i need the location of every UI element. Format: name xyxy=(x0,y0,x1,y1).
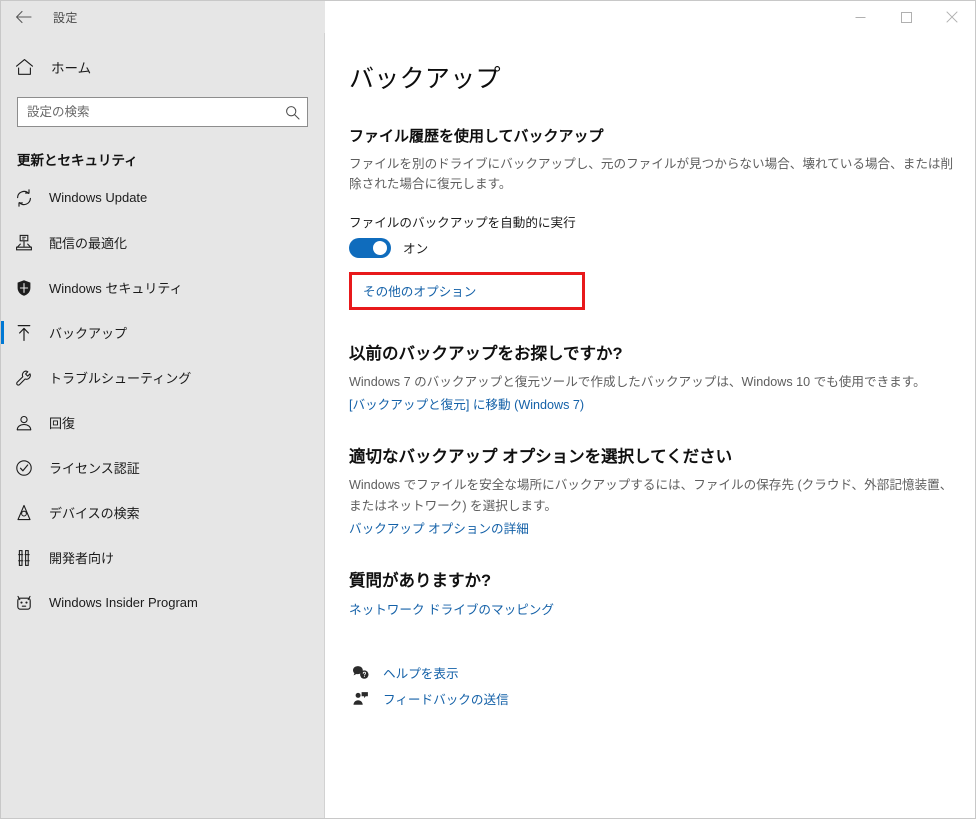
window-controls xyxy=(325,1,975,33)
maximize-button[interactable] xyxy=(883,1,929,33)
insider-cat-icon xyxy=(15,594,43,612)
get-help-link[interactable]: ヘルプを表示 xyxy=(383,663,459,682)
sidebar: ホーム 更新とセキュリティ xyxy=(1,33,325,818)
sync-icon xyxy=(15,188,43,207)
wrench-icon xyxy=(15,369,43,387)
minimize-button[interactable] xyxy=(837,1,883,33)
sidebar-category-label: 更新とセキュリティ xyxy=(17,153,138,168)
sidebar-item-backup[interactable]: バックアップ xyxy=(1,310,324,355)
choose-option-heading: 適切なバックアップ オプションを選択してください xyxy=(349,448,733,467)
backup-options-details-link[interactable]: バックアップ オプションの詳細 xyxy=(349,518,975,537)
title-bar: 設定 xyxy=(1,1,975,33)
choose-backup-option-section: 適切なバックアップ オプションを選択してください Windows でファイルを安… xyxy=(349,443,975,537)
file-history-section: ファイル履歴を使用してバックアップ ファイルを別のドライブにバックアップし、元の… xyxy=(349,125,975,310)
back-button[interactable] xyxy=(1,1,45,33)
home-icon xyxy=(15,58,45,76)
sidebar-item-home[interactable]: ホーム xyxy=(1,47,324,87)
sidebar-item-windows-insider-program[interactable]: Windows Insider Program xyxy=(1,580,324,625)
previous-backup-section: 以前のバックアップをお探しですか? Windows 7 のバックアップと復元ツー… xyxy=(349,340,975,413)
sidebar-nav-list: Windows Update 配信の最適化 Windows セキュリティ バック… xyxy=(1,175,324,625)
send-feedback-link[interactable]: フィードバックの送信 xyxy=(383,689,509,708)
sidebar-item-label: Windows Insider Program xyxy=(49,595,198,610)
sidebar-item-label: 回復 xyxy=(49,416,76,431)
back-arrow-icon xyxy=(15,10,32,24)
sidebar-item-label: Windows Update xyxy=(49,190,148,205)
developer-tools-icon xyxy=(15,549,43,567)
toggle-knob xyxy=(373,240,387,255)
backup-and-restore-link[interactable]: [バックアップと復元] に移動 (Windows 7) xyxy=(349,394,975,413)
more-options-highlight: その他のオプション xyxy=(349,271,585,310)
file-history-heading: ファイル履歴を使用してバックアップ xyxy=(349,128,604,145)
file-history-description: ファイルを別のドライブにバックアップし、元のファイルが見つからない場合、壊れてい… xyxy=(349,157,954,192)
close-button[interactable] xyxy=(929,1,975,33)
close-icon xyxy=(946,11,958,23)
sidebar-item-label: 開発者向け xyxy=(49,551,115,566)
maximize-icon xyxy=(900,11,912,23)
sidebar-item-troubleshoot[interactable]: トラブルシューティング xyxy=(1,355,324,400)
backup-upload-icon xyxy=(15,324,43,342)
sidebar-item-label: バックアップ xyxy=(49,326,128,341)
auto-backup-toggle-row: オン xyxy=(349,237,975,258)
title-bar-left: 設定 xyxy=(1,1,325,33)
questions-heading: 質問がありますか? xyxy=(349,571,492,590)
auto-backup-label: ファイルのバックアップを自動的に実行 xyxy=(349,215,576,230)
sidebar-home-label: ホーム xyxy=(51,61,92,76)
sidebar-item-label: Windows セキュリティ xyxy=(49,281,183,296)
minimize-icon xyxy=(855,12,866,23)
sidebar-item-label: ライセンス認証 xyxy=(49,461,140,476)
main-content: バックアップ ファイル履歴を使用してバックアップ ファイルを別のドライブにバック… xyxy=(325,33,975,818)
app-title: 設定 xyxy=(53,10,78,25)
previous-backup-description: Windows 7 のバックアップと復元ツールで作成したバックアップは、Wind… xyxy=(349,374,926,389)
get-help-row[interactable]: ヘルプを表示 xyxy=(349,660,975,686)
previous-backup-heading: 以前のバックアップをお探しですか? xyxy=(349,344,623,363)
sidebar-item-find-my-device[interactable]: デバイスの検索 xyxy=(1,490,324,535)
sidebar-item-windows-security[interactable]: Windows セキュリティ xyxy=(1,265,324,310)
more-options-link[interactable]: その他のオプション xyxy=(363,281,476,300)
sidebar-item-label: 配信の最適化 xyxy=(49,236,128,251)
feedback-person-icon xyxy=(349,691,371,706)
shield-icon xyxy=(15,279,43,297)
check-circle-icon xyxy=(15,459,43,477)
sidebar-item-delivery-optimization[interactable]: 配信の最適化 xyxy=(1,220,324,265)
sidebar-item-recovery[interactable]: 回復 xyxy=(1,400,324,445)
questions-section: 質問がありますか? ネットワーク ドライブのマッピング xyxy=(349,567,975,618)
sidebar-item-label: デバイスの検索 xyxy=(49,506,140,521)
search-input[interactable] xyxy=(17,97,308,127)
auto-backup-toggle[interactable] xyxy=(349,237,391,258)
settings-window: 設定 ホーム 設定の検索 更新とセキュリティ Windows Update 配信… xyxy=(0,0,976,819)
sidebar-item-for-developers[interactable]: 開発者向け xyxy=(1,535,324,580)
send-feedback-row[interactable]: フィードバックの送信 xyxy=(349,686,975,712)
sidebar-item-activation[interactable]: ライセンス認証 xyxy=(1,445,324,490)
search-box[interactable] xyxy=(17,97,308,127)
window-body: ホーム 更新とセキュリティ xyxy=(1,33,975,818)
page-title: バックアップ xyxy=(349,65,501,93)
toggle-state-label: オン xyxy=(403,242,429,257)
sidebar-item-label: トラブルシューティング xyxy=(49,371,192,386)
sidebar-item-windows-update[interactable]: Windows Update xyxy=(1,175,324,220)
recovery-icon xyxy=(15,414,43,432)
map-network-drive-link[interactable]: ネットワーク ドライブのマッピング xyxy=(349,599,975,618)
find-device-icon xyxy=(15,504,43,522)
choose-option-description: Windows でファイルを安全な場所にバックアップするには、ファイルの保存先 … xyxy=(349,478,953,513)
delivery-optimization-icon xyxy=(15,234,43,252)
help-links-section: ヘルプを表示 フィードバックの送信 xyxy=(349,660,975,712)
help-speech-icon xyxy=(349,665,371,680)
